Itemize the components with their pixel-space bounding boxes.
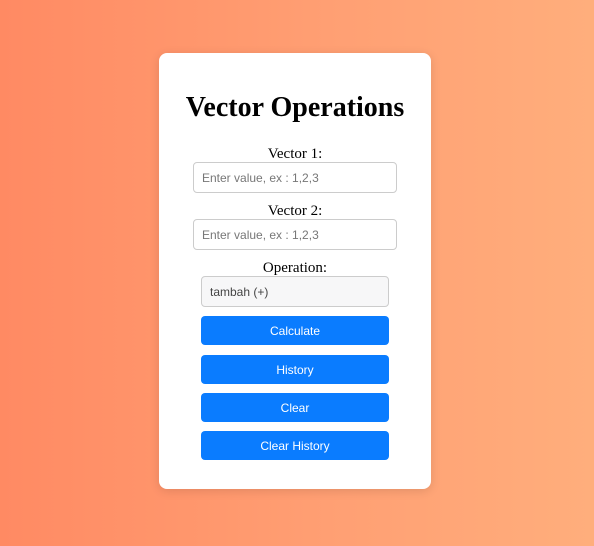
- operation-label: Operation:: [262, 260, 328, 276]
- vector-operations-card: Vector Operations Vector 1: Vector 2: Op…: [159, 53, 431, 489]
- history-button[interactable]: History: [201, 355, 389, 384]
- operation-selected-value: tambah (+): [210, 284, 269, 299]
- clear-history-button[interactable]: Clear History: [201, 431, 389, 460]
- vector1-input[interactable]: [193, 162, 397, 193]
- calculate-button[interactable]: Calculate: [201, 316, 389, 345]
- operation-select[interactable]: tambah (+): [201, 276, 389, 307]
- vector2-label: Vector 2:: [267, 203, 323, 219]
- vector1-label: Vector 1:: [267, 146, 323, 162]
- vector2-input[interactable]: [193, 219, 397, 250]
- page-title: Vector Operations: [185, 92, 405, 123]
- clear-button[interactable]: Clear: [201, 393, 389, 422]
